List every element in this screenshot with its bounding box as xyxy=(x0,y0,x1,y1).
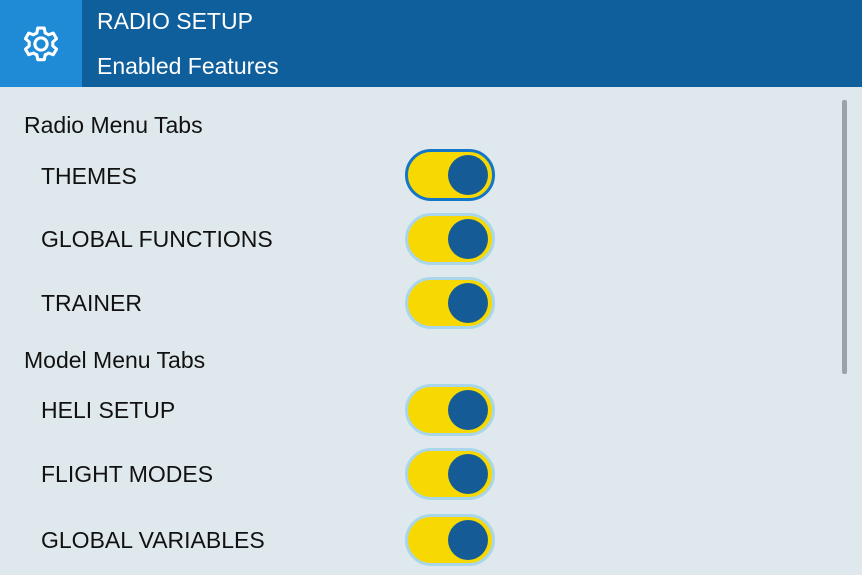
features-list: Radio Menu Tabs THEMES GLOBAL FUNCTIONS … xyxy=(0,87,862,575)
toggle-knob xyxy=(448,283,488,323)
row-label-global-functions: GLOBAL FUNCTIONS xyxy=(41,226,273,252)
toggle-trainer[interactable] xyxy=(405,277,495,329)
row-label-flight-modes: FLIGHT MODES xyxy=(41,461,214,487)
gear-icon xyxy=(23,26,59,61)
row-label-themes: THEMES xyxy=(41,163,137,189)
radio-setup-screen: RADIO SETUP Enabled Features Radio Menu … xyxy=(0,0,862,575)
toggle-knob xyxy=(448,390,488,430)
settings-icon-button[interactable] xyxy=(0,0,82,87)
header-bar: RADIO SETUP Enabled Features xyxy=(0,0,862,87)
vertical-scrollbar[interactable] xyxy=(842,100,847,374)
toggle-knob xyxy=(448,219,488,259)
toggle-themes[interactable] xyxy=(405,149,495,201)
toggle-global-variables[interactable] xyxy=(405,514,495,566)
page-subtitle: Enabled Features xyxy=(97,53,279,79)
toggle-global-functions[interactable] xyxy=(405,213,495,265)
toggle-knob xyxy=(448,454,488,494)
page-title: RADIO SETUP xyxy=(97,8,253,34)
section-title-radio-menu-tabs: Radio Menu Tabs xyxy=(24,112,203,138)
toggle-knob xyxy=(448,520,488,560)
toggle-knob xyxy=(448,155,488,195)
toggle-heli-setup[interactable] xyxy=(405,384,495,436)
row-label-heli-setup: HELI SETUP xyxy=(41,397,176,423)
row-label-trainer: TRAINER xyxy=(41,290,142,316)
toggle-flight-modes[interactable] xyxy=(405,448,495,500)
section-title-model-menu-tabs: Model Menu Tabs xyxy=(24,347,206,373)
row-label-global-variables: GLOBAL VARIABLES xyxy=(41,527,265,553)
